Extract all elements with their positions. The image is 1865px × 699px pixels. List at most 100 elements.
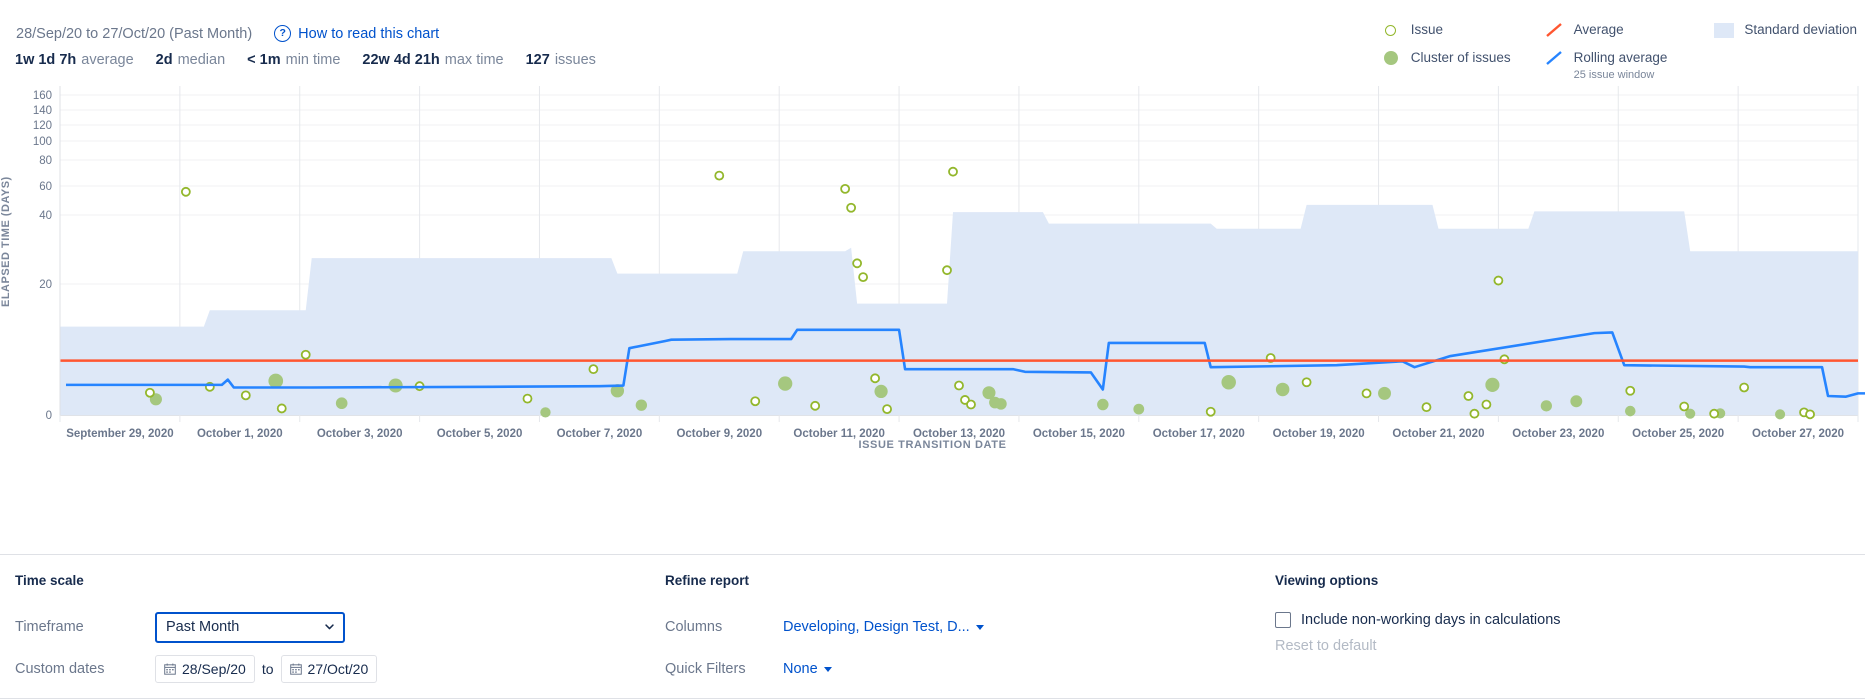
y-axis-tick-label: 0 bbox=[46, 410, 52, 422]
time-scale-column: Time scale Timeframe Past Month Custom d… bbox=[15, 573, 377, 696]
date-to-field[interactable]: 27/Oct/20 bbox=[281, 655, 378, 683]
cluster-point bbox=[1570, 395, 1582, 407]
viewing-options-title: Viewing options bbox=[1275, 573, 1561, 588]
legend-column-markers: Issue Cluster of issues bbox=[1380, 22, 1511, 67]
viewing-options-column: Viewing options Include non-working days… bbox=[1275, 573, 1561, 654]
include-non-working-days-checkbox[interactable] bbox=[1275, 612, 1291, 628]
date-from-value: 28/Sep/20 bbox=[182, 661, 246, 677]
cluster-point bbox=[1097, 399, 1108, 410]
legend-column-lines: Average Rolling average 25 issue window bbox=[1543, 22, 1668, 83]
issue-point bbox=[871, 374, 879, 382]
control-chart-plot[interactable]: 160140120100806040200September 29, 2020O… bbox=[0, 82, 1865, 482]
legend-average-label: Average bbox=[1574, 22, 1624, 39]
x-axis-tick-label: October 25, 2020 bbox=[1632, 428, 1724, 440]
issue-point bbox=[1740, 383, 1748, 391]
issue-point bbox=[841, 185, 849, 193]
chart-area: ELAPSED TIME (DAYS) ISSUE TRANSITION DAT… bbox=[0, 82, 1865, 554]
issue-point bbox=[1482, 401, 1490, 409]
legend-cluster-label: Cluster of issues bbox=[1411, 50, 1511, 67]
y-axis-tick-label: 120 bbox=[33, 120, 52, 132]
x-axis-tick-label: October 27, 2020 bbox=[1752, 428, 1844, 440]
legend-item-cluster: Cluster of issues bbox=[1380, 50, 1511, 67]
date-range-row: 28/Sep/20 to 27/Oct/20 (Past Month) ? Ho… bbox=[16, 25, 439, 42]
y-axis-tick-label: 20 bbox=[39, 279, 52, 291]
stat-median-label: median bbox=[178, 52, 226, 68]
stat-issues-label: issues bbox=[555, 52, 596, 68]
how-to-read-chart-link[interactable]: ? How to read this chart bbox=[274, 25, 439, 42]
issue-point bbox=[1500, 355, 1508, 363]
stat-min-time-label: min time bbox=[286, 52, 341, 68]
date-to-value: 27/Oct/20 bbox=[308, 661, 369, 677]
cluster-point bbox=[1625, 406, 1636, 417]
cluster-point bbox=[540, 407, 550, 417]
refine-report-column: Refine report Columns Developing, Design… bbox=[665, 573, 984, 696]
issue-point bbox=[182, 188, 190, 196]
issue-point bbox=[1626, 387, 1634, 395]
custom-dates-label: Custom dates bbox=[15, 661, 155, 677]
stat-average-value: 1w 1d 7h bbox=[15, 52, 76, 68]
cluster-point bbox=[1775, 409, 1785, 419]
legend-item-rolling-average: Rolling average 25 issue window bbox=[1543, 50, 1668, 83]
x-axis-tick-label: September 29, 2020 bbox=[66, 428, 173, 440]
x-axis-tick-label: October 7, 2020 bbox=[557, 428, 643, 440]
caret-down-icon bbox=[976, 625, 984, 630]
date-range-separator: to bbox=[262, 661, 274, 677]
issue-point bbox=[1464, 392, 1472, 400]
legend-rolling-average-sublabel: 25 issue window bbox=[1574, 69, 1668, 83]
cluster-point bbox=[268, 374, 283, 389]
issue-point bbox=[1207, 408, 1215, 416]
quick-filters-label: Quick Filters bbox=[665, 661, 783, 677]
issue-point bbox=[859, 273, 867, 281]
x-axis-tick-label: October 21, 2020 bbox=[1392, 428, 1484, 440]
include-non-working-days-row[interactable]: Include non-working days in calculations bbox=[1275, 612, 1561, 628]
cluster-point bbox=[1276, 383, 1290, 397]
columns-row: Columns Developing, Design Test, D... bbox=[665, 612, 984, 642]
quick-filters-dropdown[interactable]: None bbox=[783, 661, 832, 677]
y-axis-tick-label: 80 bbox=[39, 155, 52, 167]
timeframe-label: Timeframe bbox=[15, 619, 155, 635]
rolling-average-line-icon bbox=[1543, 50, 1565, 66]
stat-max-time: 22w 4d 21hmax time bbox=[362, 52, 503, 68]
issue-point bbox=[847, 204, 855, 212]
x-axis-tick-label: October 17, 2020 bbox=[1153, 428, 1245, 440]
cluster-point bbox=[1221, 375, 1236, 390]
x-axis-tick-label: October 5, 2020 bbox=[437, 428, 523, 440]
legend-issue-label: Issue bbox=[1411, 22, 1443, 39]
cluster-point bbox=[778, 376, 792, 390]
issue-point bbox=[751, 397, 759, 405]
issue-point bbox=[1303, 378, 1311, 386]
issue-point bbox=[715, 172, 723, 180]
stat-issues: 127issues bbox=[526, 52, 596, 68]
stat-median: 2dmedian bbox=[156, 52, 225, 68]
timeframe-row: Timeframe Past Month bbox=[15, 612, 377, 642]
issue-point bbox=[242, 391, 250, 399]
cluster-point bbox=[1485, 378, 1499, 392]
legend-column-band: Standard deviation bbox=[1713, 22, 1857, 39]
issue-point bbox=[523, 395, 531, 403]
x-axis-tick-label: October 23, 2020 bbox=[1512, 428, 1604, 440]
chevron-down-icon bbox=[325, 624, 334, 630]
timeframe-select[interactable]: Past Month bbox=[155, 612, 345, 643]
y-axis-tick-label: 40 bbox=[39, 210, 52, 222]
date-from-field[interactable]: 28/Sep/20 bbox=[155, 655, 255, 683]
x-axis-tick-label: October 13, 2020 bbox=[913, 428, 1005, 440]
calendar-icon bbox=[290, 663, 302, 675]
stat-average: 1w 1d 7haverage bbox=[15, 52, 134, 68]
columns-dropdown[interactable]: Developing, Design Test, D... bbox=[783, 619, 984, 635]
reset-to-default-link[interactable]: Reset to default bbox=[1275, 638, 1561, 654]
caret-down-icon bbox=[824, 667, 832, 672]
calendar-icon bbox=[164, 663, 176, 675]
issue-point bbox=[967, 401, 975, 409]
columns-label: Columns bbox=[665, 619, 783, 635]
time-scale-title: Time scale bbox=[15, 573, 377, 588]
issue-point bbox=[811, 402, 819, 410]
issue-point bbox=[1710, 410, 1718, 418]
stat-min-time-value: < 1m bbox=[247, 52, 280, 68]
x-axis-tick-label: October 15, 2020 bbox=[1033, 428, 1125, 440]
legend-item-issue: Issue bbox=[1380, 22, 1511, 39]
quick-filters-value: None bbox=[783, 661, 818, 677]
issue-point bbox=[1494, 277, 1502, 285]
issue-point bbox=[302, 351, 310, 359]
issue-point bbox=[949, 168, 957, 176]
report-controls: Time scale Timeframe Past Month Custom d… bbox=[0, 554, 1865, 699]
